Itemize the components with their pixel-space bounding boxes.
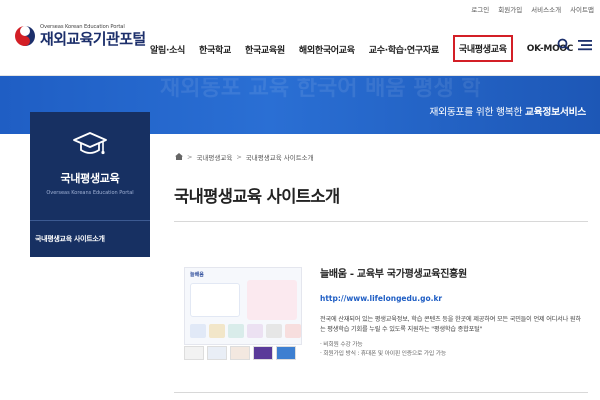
nav-item-news[interactable]: 알림·소식 [150,43,185,56]
site-logo[interactable]: Overseas Korean Education Portal 재외교육기관포… [14,24,146,48]
banner-slogan: 재외동포를 위한 행복한 교육정보서비스 [429,104,586,118]
thumbnail-tile [209,324,225,338]
site-notes: · 비회원 수강 가능 · 회원가입 방식 : 휴대폰 및 아이핀 인증으로 가… [320,341,586,359]
sitemap-link[interactable]: 사이트맵 [570,4,594,14]
nav-item-overseas-korean-education[interactable]: 해외한국어교육 [299,43,355,56]
taegeuk-logo-icon [14,25,36,47]
sidebar-header: 국내평생교육 Overseas Koreans Education Portal [30,112,150,220]
banner-slogan-bold: 교육정보서비스 [525,107,586,118]
site-card: 늘배움 늘배움 - 교육부 국가평생교육진흥원 http://www.lifel… [174,245,588,393]
hamburger-menu-icon[interactable] [578,39,592,51]
sidebar-subtitle: Overseas Koreans Education Portal [46,190,134,196]
sidebar-item-label: 국내평생교육 사이트소개 [35,235,105,243]
site-screenshot-thumbnail[interactable]: 늘배움 [184,267,302,345]
thumbnail-hero-panel [190,283,240,317]
sidebar-title: 국내평생교육 [60,172,120,185]
breadcrumb-item[interactable]: 국내평생교육 [196,152,232,162]
nav-item-teaching-research[interactable]: 교수·학습·연구자료 [369,43,439,56]
graduation-cap-icon [73,130,107,170]
main-nav: 알림·소식 한국학교 한국교육원 해외한국어교육 교수·학습·연구자료 국내평생… [150,35,587,62]
breadcrumb-item[interactable]: 국내평생교육 사이트소개 [246,152,314,162]
search-icon[interactable] [557,38,570,51]
banner-slogan-plain: 재외동포를 위한 행복한 [429,107,525,118]
home-icon[interactable] [175,152,183,162]
nav-item-lifelong-education[interactable]: 국내평생교육 [452,35,513,62]
login-link[interactable]: 로그인 [471,4,489,14]
thumbnail-tile [190,324,206,338]
site-note: · 비회원 수강 가능 [320,342,363,348]
signup-link[interactable]: 회원가입 [498,4,522,14]
breadcrumb-separator: > [236,153,242,161]
site-info: 늘배움 - 교육부 국가평생교육진흥원 http://www.lifelonge… [320,265,586,359]
thumbnail-option[interactable] [184,346,204,360]
thumbnail-option[interactable] [253,346,273,360]
utility-bar: 로그인 회원가입 서비스소개 사이트맵 [471,4,594,14]
site-header: Overseas Korean Education Portal 재외교육기관포… [0,14,600,76]
sidebar-item-site-intro[interactable]: 국내평생교육 사이트소개 [30,220,150,257]
thumbnail-option[interactable] [276,346,296,360]
nav-item-korean-schools[interactable]: 한국학교 [199,43,231,56]
thumbnail-tile [247,324,263,338]
breadcrumb: > 국내평생교육 > 국내평생교육 사이트소개 [175,152,314,162]
logo-title: 재외교육기관포털 [40,30,146,48]
thumbnail-option[interactable] [230,346,250,360]
thumbnail-option[interactable] [207,346,227,360]
page-title: 국내평생교육 사이트소개 [174,187,340,206]
thumbnail-tile [285,324,301,338]
thumbnail-tile [228,324,244,338]
thumbnail-tile [266,324,282,338]
breadcrumb-separator: > [187,153,193,161]
title-divider [174,221,588,222]
thumbnail-content-row [190,324,301,338]
content-bottom-divider [174,392,588,393]
sidebar: 국내평생교육 Overseas Koreans Education Portal… [30,112,150,257]
thumbnail-strip [184,346,296,360]
service-intro-link[interactable]: 서비스소개 [531,4,561,14]
site-name: 늘배움 - 교육부 국가평생교육진흥원 [320,269,467,280]
nav-item-education-centers[interactable]: 한국교육원 [245,43,285,56]
site-note: · 회원가입 방식 : 휴대폰 및 아이핀 인증으로 가입 가능 [320,351,446,357]
thumbnail-logo: 늘배움 [190,272,204,278]
site-description: 전국에 산재되어 있는 평생교육정보, 학습 콘텐츠 등을 한곳에 제공하여 모… [320,316,581,333]
site-url-link[interactable]: http://www.lifelongedu.go.kr [320,294,586,303]
thumbnail-hero-image [247,280,297,320]
header-icons [557,38,592,51]
